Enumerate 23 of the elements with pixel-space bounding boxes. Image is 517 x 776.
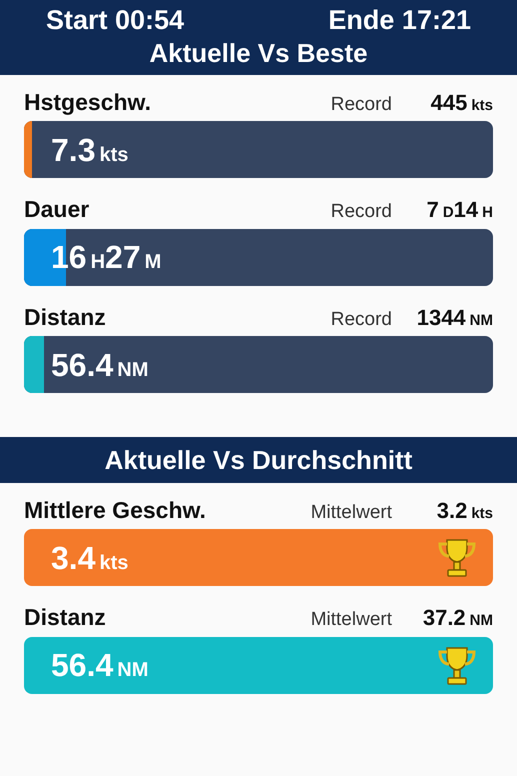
record-value: 1344 NM xyxy=(416,304,493,332)
current-value: 56.4 NM xyxy=(51,649,148,682)
average-label: Mittelwert xyxy=(310,500,392,525)
record-label: Record xyxy=(330,308,392,332)
current-value: 3.4 kts xyxy=(51,542,128,574)
current-value: 56.4 NM xyxy=(51,348,148,381)
start-time: Start 00:54 xyxy=(46,6,184,36)
record-label: Record xyxy=(330,200,392,224)
metric-label: Distanz xyxy=(24,603,107,632)
average-value: 37.2 NM xyxy=(422,604,493,632)
section-title: Aktuelle Vs Durchschnitt xyxy=(104,444,414,478)
record-value: 7 D14 H xyxy=(426,196,493,224)
average-value: 3.2 kts xyxy=(436,496,493,525)
section-title: Aktuelle Vs Beste xyxy=(148,36,369,70)
metric-label: Distanz xyxy=(24,302,107,332)
average-label: Mittelwert xyxy=(310,608,392,632)
metric-label: Hstgeschw. xyxy=(24,88,152,117)
current-value: 7.3 kts xyxy=(51,134,128,166)
metric-label: Dauer xyxy=(24,195,90,224)
end-time: Ende 17:21 xyxy=(328,6,471,36)
metric-label: Mittlere Geschw. xyxy=(24,496,207,525)
record-value: 445 kts xyxy=(430,88,493,117)
record-label: Record xyxy=(330,92,392,117)
